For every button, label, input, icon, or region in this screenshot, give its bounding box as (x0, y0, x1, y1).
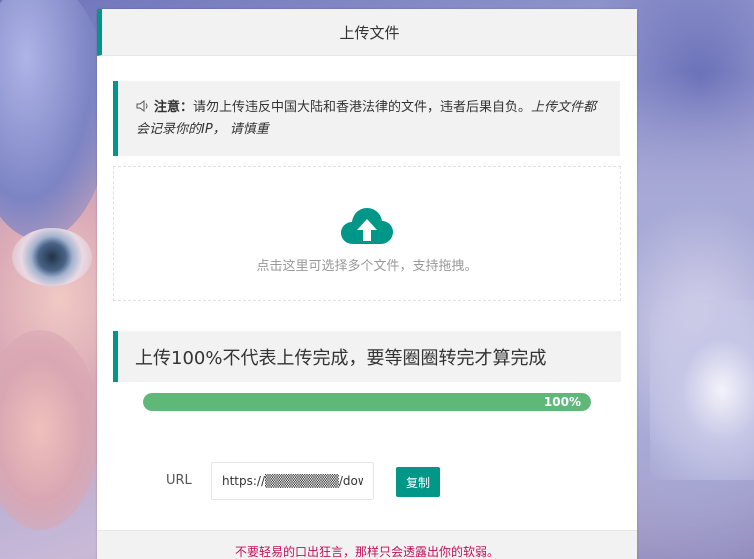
dropzone-hint: 点击这里可选择多个文件，支持拖拽。 (256, 259, 478, 274)
background-hair (0, 0, 110, 240)
background-eye (12, 228, 92, 286)
progress-bar-fill: 100% (143, 393, 591, 411)
background-cheek (0, 330, 100, 530)
copy-button[interactable]: 复制 (396, 467, 440, 497)
url-label: URL (166, 473, 192, 488)
notice-text: 请勿上传违反中国大陆和香港法律的文件，违者后果自负。 (193, 100, 532, 115)
upload-progress: 100% (143, 393, 591, 411)
url-row: URL 复制 (97, 462, 637, 500)
footer-quote: 不要轻易的口出狂言，那样只会透露出你的软弱。 (97, 530, 637, 559)
cloud-upload-icon (341, 208, 393, 244)
notice-box: 注意：请勿上传违反中国大陆和香港法律的文件，违者后果自负。上传文件都会记录你的I… (113, 81, 620, 156)
background-flower (650, 300, 754, 480)
url-input[interactable] (211, 462, 374, 500)
progress-percent: 100% (543, 395, 581, 409)
upload-tip: 上传100%不代表上传完成，要等圈圈转完才算完成 (113, 331, 621, 382)
notice-label: 注意： (154, 100, 194, 115)
upload-panel: 上传文件 注意：请勿上传违反中国大陆和香港法律的文件，违者后果自负。上传文件都会… (97, 9, 637, 559)
upload-dropzone[interactable]: 点击这里可选择多个文件，支持拖拽。 (113, 166, 621, 301)
panel-title: 上传文件 (97, 9, 637, 56)
speaker-icon (136, 100, 148, 112)
